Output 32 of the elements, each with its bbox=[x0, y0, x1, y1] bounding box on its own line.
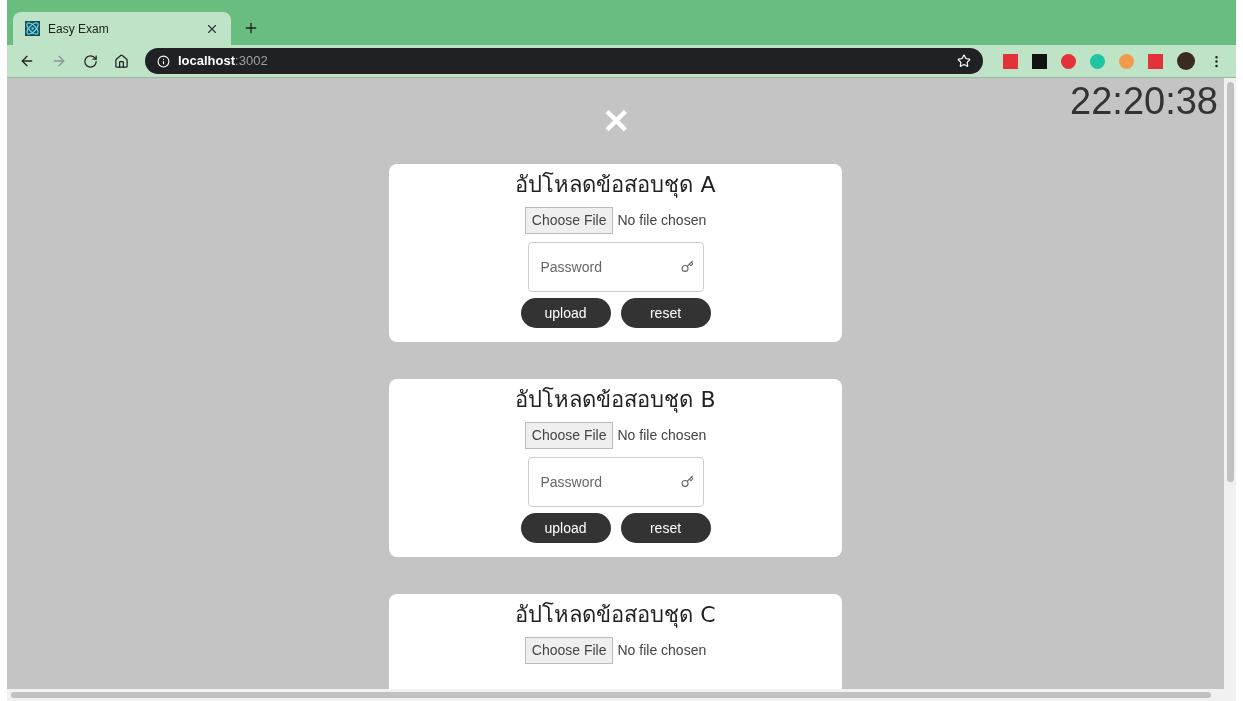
address-bar[interactable]: localhost:3002 bbox=[145, 48, 983, 74]
tab-title: Easy Exam bbox=[48, 20, 110, 38]
new-tab-icon[interactable] bbox=[243, 20, 259, 36]
password-field[interactable]: Password bbox=[527, 242, 704, 292]
info-icon bbox=[157, 54, 170, 68]
upload-button[interactable]: upload bbox=[520, 298, 611, 328]
choose-file-button[interactable]: Choose File bbox=[524, 422, 614, 449]
reset-button[interactable]: reset bbox=[620, 298, 711, 328]
home-icon[interactable] bbox=[114, 53, 129, 69]
card-title: อัปโหลดข้อสอบชุด A bbox=[515, 171, 716, 200]
key-icon bbox=[680, 475, 694, 488]
card-title: อัปโหลดข้อสอบชุด B bbox=[515, 386, 716, 415]
url-text: localhost:3002 bbox=[178, 52, 269, 71]
file-status-text: No file chosen bbox=[617, 641, 707, 660]
back-icon[interactable] bbox=[19, 53, 35, 69]
choose-file-button[interactable]: Choose File bbox=[524, 637, 614, 664]
avatar-icon[interactable] bbox=[1177, 52, 1195, 70]
password-field[interactable]: Password bbox=[527, 457, 704, 507]
bookmark-star-icon[interactable] bbox=[957, 54, 971, 68]
scrollbar-thumb[interactable] bbox=[11, 692, 1211, 698]
key-icon bbox=[680, 260, 694, 273]
choose-file-button[interactable]: Choose File bbox=[524, 207, 614, 234]
reload-icon[interactable] bbox=[83, 53, 98, 69]
browser-tab[interactable]: Easy Exam bbox=[13, 12, 231, 45]
file-status-text: No file chosen bbox=[617, 211, 707, 230]
card-title: อัปโหลดข้อสอบชุด C bbox=[515, 601, 716, 630]
clock-text: 22:20:38 bbox=[1070, 82, 1218, 120]
reset-button[interactable]: reset bbox=[620, 513, 711, 543]
upload-button[interactable]: upload bbox=[520, 513, 611, 543]
scrollbar-thumb[interactable] bbox=[1226, 82, 1234, 482]
file-status-text: No file chosen bbox=[617, 426, 707, 445]
app-favicon-icon bbox=[25, 21, 40, 36]
